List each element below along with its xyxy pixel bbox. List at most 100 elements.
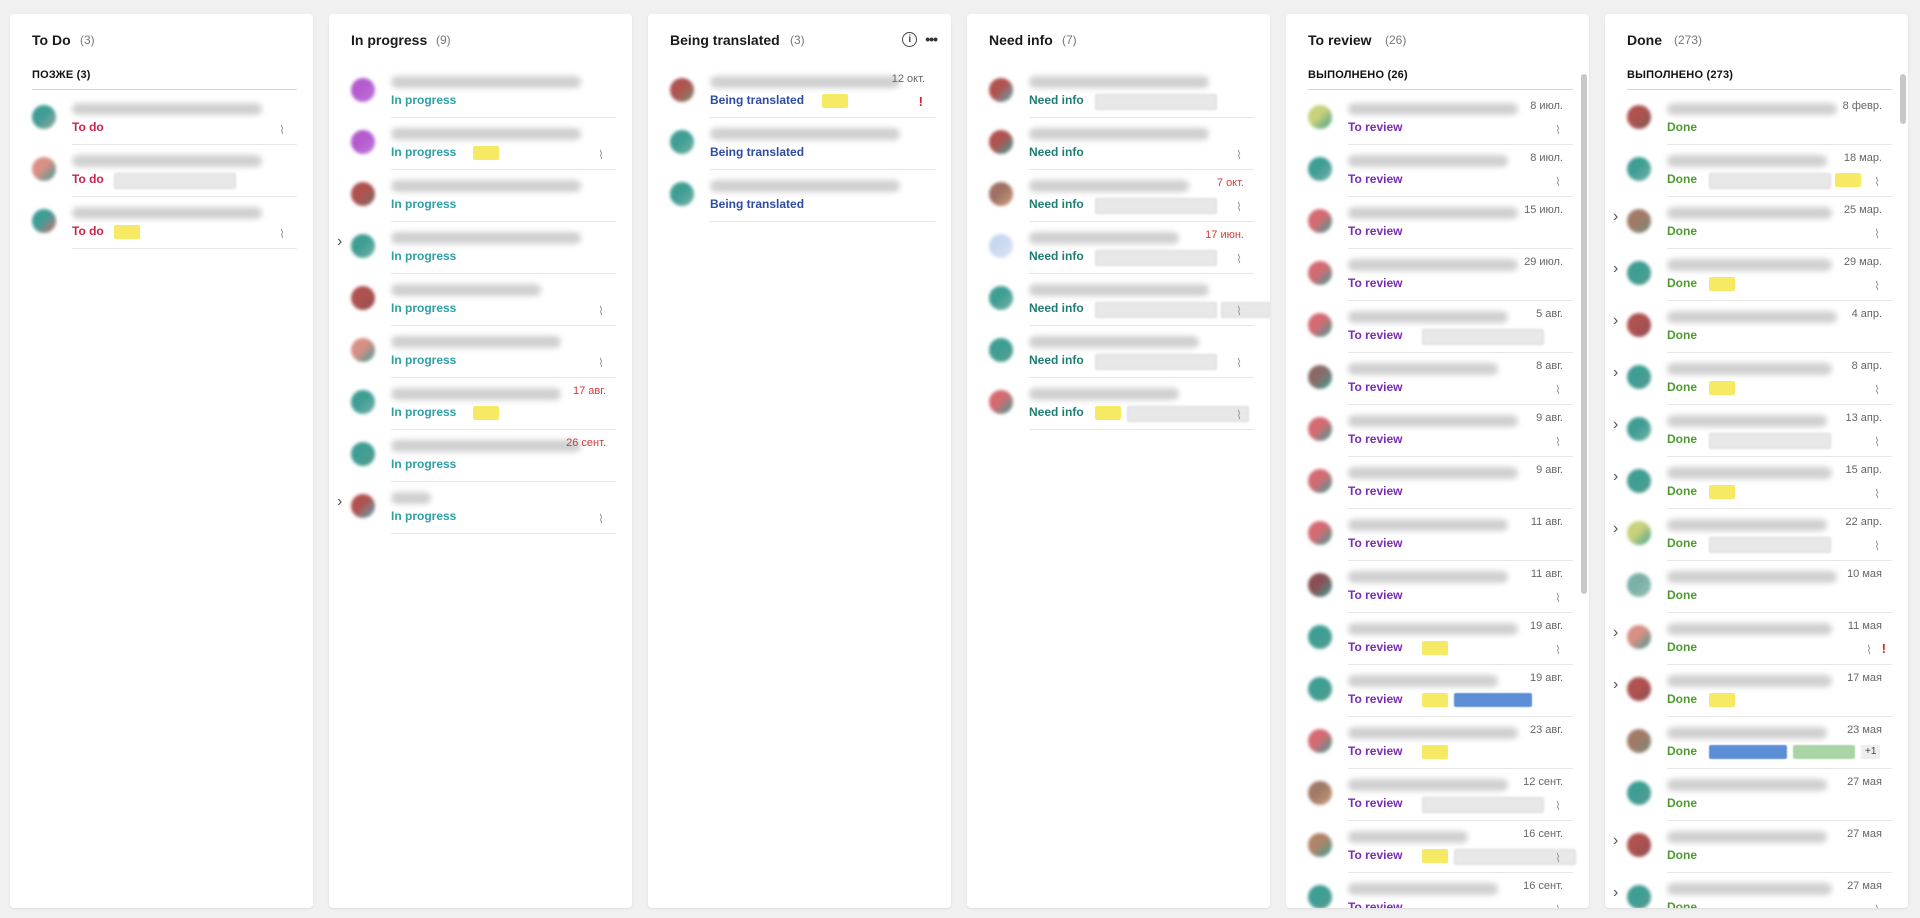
tag-yellow bbox=[114, 225, 140, 239]
column-title[interactable]: Done bbox=[1627, 32, 1662, 48]
task-card[interactable]: To review 16 сент. ⌇ bbox=[1286, 873, 1589, 908]
task-card[interactable]: In progress 26 сент. bbox=[329, 430, 632, 482]
chevron-right-icon[interactable]: › bbox=[337, 233, 342, 251]
column-being-translated: Being translated (3) i ••• Being translated 1… bbox=[648, 14, 951, 908]
task-card[interactable]: › Done 27 мая ⌇ bbox=[1605, 873, 1908, 908]
due-date: 19 авг. bbox=[1530, 620, 1563, 632]
info-icon[interactable]: i bbox=[902, 31, 918, 47]
chevron-right-icon[interactable]: › bbox=[1613, 312, 1618, 330]
chevron-right-icon[interactable]: › bbox=[1613, 416, 1618, 434]
task-title-redacted bbox=[1667, 883, 1832, 895]
task-card[interactable]: To review 8 июл. ⌇ bbox=[1286, 145, 1589, 197]
task-card[interactable]: Done +1 23 мая bbox=[1605, 717, 1908, 769]
task-card[interactable]: › Done 29 мар. ⌇ bbox=[1605, 249, 1908, 301]
task-card[interactable]: In progress bbox=[329, 170, 632, 222]
task-card[interactable]: In progress ⌇ bbox=[329, 274, 632, 326]
column-title[interactable]: Need info bbox=[989, 32, 1053, 48]
paperclip-icon: ⌇ bbox=[1236, 304, 1242, 318]
task-card[interactable]: Need info bbox=[967, 66, 1270, 118]
task-card[interactable]: In progress 17 авг. bbox=[329, 378, 632, 430]
task-card[interactable]: To do ⌇ bbox=[10, 197, 313, 249]
task-card[interactable]: › Done 8 апр. ⌇ bbox=[1605, 353, 1908, 405]
task-card[interactable]: › Done 25 мар. ⌇ bbox=[1605, 197, 1908, 249]
task-title-redacted bbox=[391, 336, 561, 348]
task-card[interactable]: › Done 11 мая ⌇! bbox=[1605, 613, 1908, 665]
avatar bbox=[1627, 417, 1651, 441]
task-card[interactable]: To review 8 авг. ⌇ bbox=[1286, 353, 1589, 405]
chevron-right-icon[interactable]: › bbox=[1613, 676, 1618, 694]
task-card[interactable]: To do ⌇ bbox=[10, 93, 313, 145]
task-card[interactable]: › Done 17 мая bbox=[1605, 665, 1908, 717]
task-card[interactable]: To review 19 авг. ⌇ bbox=[1286, 613, 1589, 665]
task-card[interactable]: Need info 7 окт. ⌇ bbox=[967, 170, 1270, 222]
status-label: In progress bbox=[391, 353, 457, 367]
chevron-right-icon[interactable]: › bbox=[1613, 364, 1618, 382]
task-card[interactable]: › Done 15 апр. ⌇ bbox=[1605, 457, 1908, 509]
task-card[interactable]: Done 8 февр. bbox=[1605, 93, 1908, 145]
task-card[interactable]: To review 5 авг. bbox=[1286, 301, 1589, 353]
task-card[interactable]: To review 15 июл. bbox=[1286, 197, 1589, 249]
tag-yellow bbox=[1422, 693, 1448, 707]
avatar bbox=[351, 390, 375, 414]
task-card[interactable]: To review 9 авг. bbox=[1286, 457, 1589, 509]
task-card[interactable]: Need info ⌇ bbox=[967, 274, 1270, 326]
chevron-right-icon[interactable]: › bbox=[1613, 520, 1618, 538]
group-header[interactable]: ВЫПОЛНЕНО (273) bbox=[1627, 69, 1892, 90]
task-card[interactable]: To review 8 июл. ⌇ bbox=[1286, 93, 1589, 145]
chevron-right-icon[interactable]: › bbox=[1613, 208, 1618, 226]
scrollbar[interactable] bbox=[1581, 64, 1587, 908]
task-card[interactable]: In progress ⌇ bbox=[329, 118, 632, 170]
task-card[interactable]: To review 23 авг. bbox=[1286, 717, 1589, 769]
task-card[interactable]: Being translated bbox=[648, 118, 951, 170]
task-card[interactable]: › In progress bbox=[329, 222, 632, 274]
paperclip-icon: ⌇ bbox=[598, 148, 604, 162]
chevron-right-icon[interactable]: › bbox=[1613, 624, 1618, 642]
task-card[interactable]: To review 29 июл. bbox=[1286, 249, 1589, 301]
chevron-right-icon[interactable]: › bbox=[1613, 468, 1618, 486]
task-card[interactable]: Need info ⌇ bbox=[967, 326, 1270, 378]
column-title[interactable]: In progress bbox=[351, 32, 427, 48]
task-card[interactable]: › In progress ⌇ bbox=[329, 482, 632, 534]
task-card[interactable]: Done 10 мая bbox=[1605, 561, 1908, 613]
card-list: Done 8 февр. Done 18 мар. ⌇ › Done 25 мар. ⌇ › Don… bbox=[1605, 93, 1908, 908]
more-options-icon[interactable]: ••• bbox=[925, 31, 938, 47]
group-header[interactable]: ВЫПОЛНЕНО (26) bbox=[1308, 69, 1573, 90]
group-header[interactable]: ПОЗЖЕ (3) bbox=[32, 69, 297, 90]
task-card[interactable]: Done 18 мар. ⌇ bbox=[1605, 145, 1908, 197]
chevron-right-icon[interactable]: › bbox=[1613, 884, 1618, 902]
paperclip-icon: ⌇ bbox=[1555, 123, 1561, 137]
task-card[interactable]: To review 19 авг. bbox=[1286, 665, 1589, 717]
task-card[interactable]: › Done 13 апр. ⌇ bbox=[1605, 405, 1908, 457]
task-card[interactable]: Need info ⌇ bbox=[967, 378, 1270, 430]
chevron-right-icon[interactable]: › bbox=[337, 493, 342, 511]
task-card[interactable]: To review 11 авг. ⌇ bbox=[1286, 561, 1589, 613]
task-card[interactable]: Done 27 мая bbox=[1605, 769, 1908, 821]
scrollbar-thumb[interactable] bbox=[1900, 74, 1906, 124]
column-title[interactable]: To review bbox=[1308, 32, 1372, 48]
task-card[interactable]: › Done 27 мая bbox=[1605, 821, 1908, 873]
paperclip-icon: ⌇ bbox=[598, 304, 604, 318]
task-card[interactable]: Being translated bbox=[648, 170, 951, 222]
scrollbar-thumb[interactable] bbox=[1581, 74, 1587, 594]
task-card[interactable]: › Done 22 апр. ⌇ bbox=[1605, 509, 1908, 561]
task-card[interactable]: › Done 4 апр. bbox=[1605, 301, 1908, 353]
task-card[interactable]: Need info 17 июн. ⌇ bbox=[967, 222, 1270, 274]
chevron-right-icon[interactable]: › bbox=[1613, 832, 1618, 850]
chevron-right-icon[interactable]: › bbox=[1613, 260, 1618, 278]
task-card[interactable]: To review 9 авг. ⌇ bbox=[1286, 405, 1589, 457]
task-card[interactable]: To review 11 авг. bbox=[1286, 509, 1589, 561]
task-card[interactable]: To review 12 сент. ⌇ bbox=[1286, 769, 1589, 821]
column-title[interactable]: To Do bbox=[32, 32, 71, 48]
scrollbar[interactable] bbox=[1900, 64, 1906, 908]
task-card[interactable]: In progress ⌇ bbox=[329, 326, 632, 378]
task-title-redacted bbox=[1667, 727, 1827, 739]
task-card[interactable]: To do bbox=[10, 145, 313, 197]
avatar bbox=[1627, 729, 1651, 753]
task-card[interactable]: To review 16 сент. ⌇ bbox=[1286, 821, 1589, 873]
column-title[interactable]: Being translated bbox=[670, 32, 780, 48]
task-title-redacted bbox=[1348, 259, 1518, 271]
avatar bbox=[1308, 157, 1332, 181]
task-card[interactable]: Need info ⌇ bbox=[967, 118, 1270, 170]
task-card[interactable]: In progress bbox=[329, 66, 632, 118]
task-card[interactable]: Being translated 12 окт.! bbox=[648, 66, 951, 118]
